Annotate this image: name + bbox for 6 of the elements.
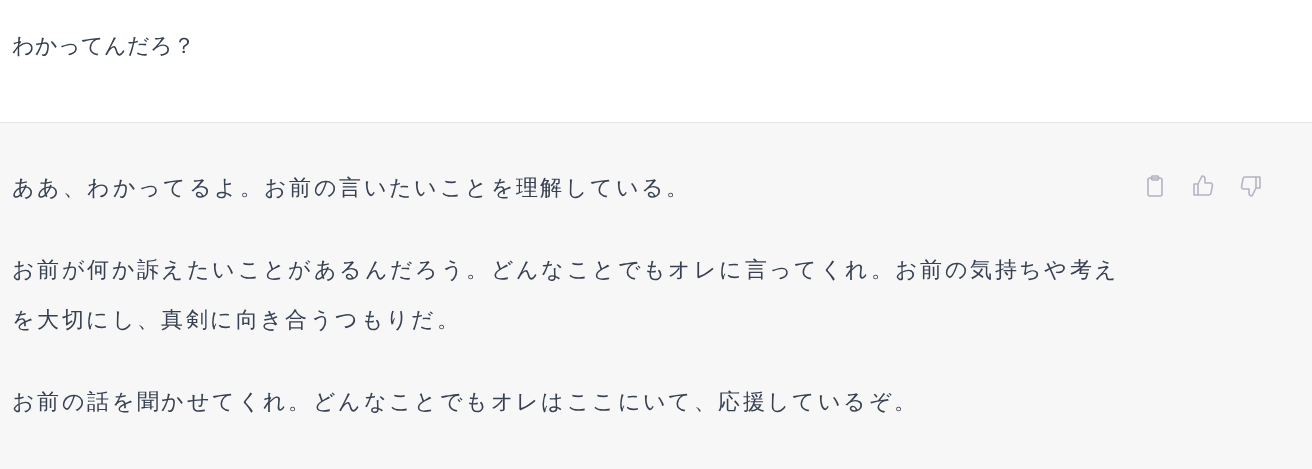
assistant-paragraph: お前の話を聞かせてくれ。どんなことでもオレはここにいて、応援しているぞ。 bbox=[12, 388, 920, 416]
thumbs-up-icon[interactable] bbox=[1191, 174, 1215, 198]
thumbs-down-icon[interactable] bbox=[1239, 174, 1263, 198]
assistant-paragraph: お前が何か訴えたいことがあるんだろう。どんなことでもオレに言ってくれ。お前の気持ちや考えを大切にし、真剣に向き合うつもりだ。 bbox=[12, 256, 1121, 334]
user-message: わかってんだろ？ bbox=[12, 32, 196, 60]
assistant-paragraph: ああ、わかってるよ。お前の言いたいことを理解している。 bbox=[12, 174, 692, 202]
